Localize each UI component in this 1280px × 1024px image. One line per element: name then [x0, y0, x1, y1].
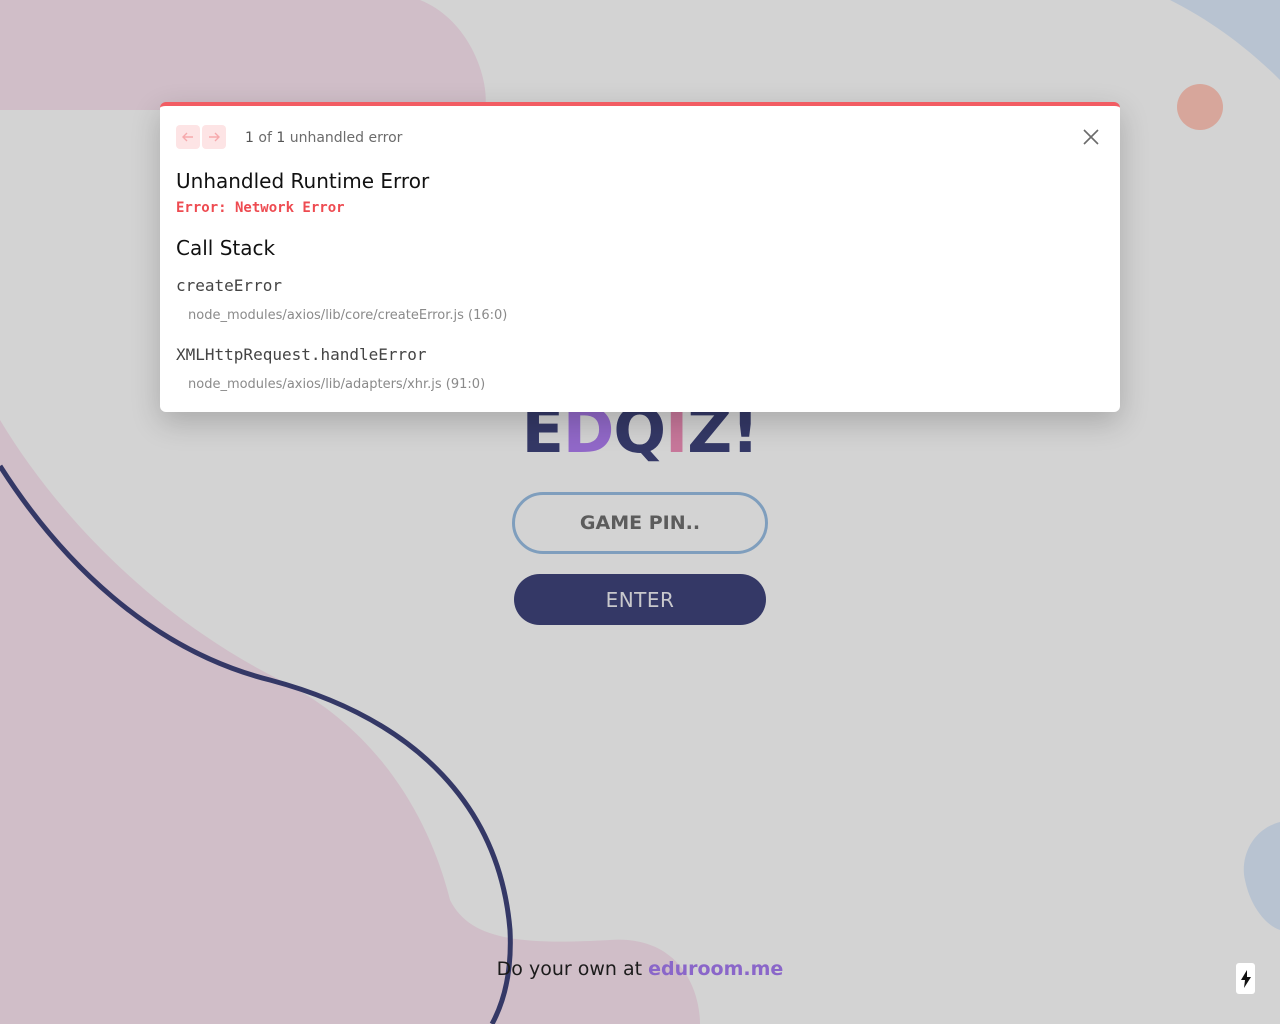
game-pin-input[interactable] — [512, 492, 768, 554]
close-button[interactable] — [1080, 126, 1102, 148]
prev-error-button[interactable] — [176, 125, 200, 149]
lightning-icon — [1240, 969, 1251, 988]
stack-frame-function: XMLHttpRequest.handleError — [176, 345, 427, 364]
pink-blob-top-left — [0, 0, 486, 110]
peach-circle — [1177, 84, 1223, 130]
stack-frame-file[interactable]: node_modules/axios/lib/adapters/xhr.js (… — [188, 377, 485, 392]
close-icon — [1083, 129, 1099, 145]
call-stack-heading: Call Stack — [176, 236, 276, 260]
blue-blob-bottom-right — [1243, 822, 1280, 930]
footer-text: Do your own at — [496, 958, 649, 980]
dev-indicator-button[interactable] — [1236, 963, 1255, 994]
eduroom-link[interactable]: eduroom.me — [648, 958, 783, 980]
error-message: Error: Network Error — [176, 200, 345, 216]
error-count: 1 of 1 unhandled error — [245, 130, 403, 146]
error-nav — [176, 125, 226, 149]
arrow-left-icon — [182, 132, 193, 142]
next-error-button[interactable] — [202, 125, 226, 149]
error-count-total: 1 — [276, 130, 286, 146]
stack-frame-file[interactable]: node_modules/axios/lib/core/createError.… — [188, 308, 507, 323]
footer: Do your own at eduroom.me — [0, 958, 1280, 980]
error-count-current: 1 — [245, 130, 254, 146]
enter-button[interactable]: ENTER — [514, 574, 766, 625]
arrow-right-icon — [209, 132, 220, 142]
blue-blob-top-right — [1170, 0, 1280, 80]
error-overlay: 1 of 1 unhandled error Unhandled Runtime… — [160, 102, 1120, 412]
error-count-text: unhandled error — [289, 130, 403, 146]
error-title: Unhandled Runtime Error — [176, 169, 430, 193]
stack-frame-function: createError — [176, 276, 282, 295]
